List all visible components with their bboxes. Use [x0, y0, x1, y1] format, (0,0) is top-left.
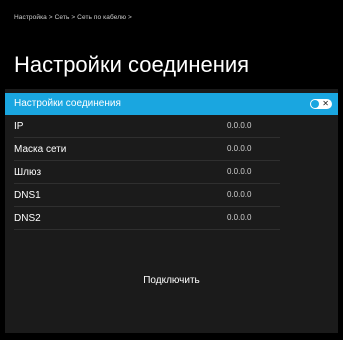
field-label: IP — [14, 121, 24, 132]
connect-button[interactable]: Подключить — [5, 275, 338, 286]
field-value: 0.0.0.0 — [227, 167, 252, 176]
divider — [14, 229, 280, 230]
header: Настройка > Сеть > Сеть по кабелю > Наст… — [5, 5, 338, 89]
field-row-gateway[interactable]: Шлюз 0.0.0.0 — [5, 161, 338, 184]
field-value: 0.0.0.0 — [227, 121, 252, 130]
toggle-label: Настройки соединения — [14, 98, 121, 109]
page-title: Настройки соединения — [14, 52, 250, 77]
field-label: Маска сети — [14, 144, 67, 155]
toggle-knob — [311, 100, 319, 108]
field-row-ip[interactable]: IP 0.0.0.0 — [5, 115, 338, 138]
close-icon: ✕ — [322, 99, 329, 108]
breadcrumb: Настройка > Сеть > Сеть по кабелю > — [14, 14, 132, 21]
connection-settings-toggle-row[interactable]: Настройки соединения ✕ — [5, 93, 338, 115]
field-label: Шлюз — [14, 167, 42, 178]
settings-panel: Настройка > Сеть > Сеть по кабелю > Наст… — [5, 5, 338, 333]
field-value: 0.0.0.0 — [227, 213, 252, 222]
field-label: DNS2 — [14, 213, 41, 224]
field-row-dns1[interactable]: DNS1 0.0.0.0 — [5, 184, 338, 207]
field-value: 0.0.0.0 — [227, 190, 252, 199]
field-row-netmask[interactable]: Маска сети 0.0.0.0 — [5, 138, 338, 161]
field-label: DNS1 — [14, 190, 41, 201]
screen: Настройка > Сеть > Сеть по кабелю > Наст… — [0, 0, 343, 340]
field-row-dns2[interactable]: DNS2 0.0.0.0 — [5, 207, 338, 230]
toggle-switch[interactable]: ✕ — [310, 99, 332, 109]
field-value: 0.0.0.0 — [227, 144, 252, 153]
